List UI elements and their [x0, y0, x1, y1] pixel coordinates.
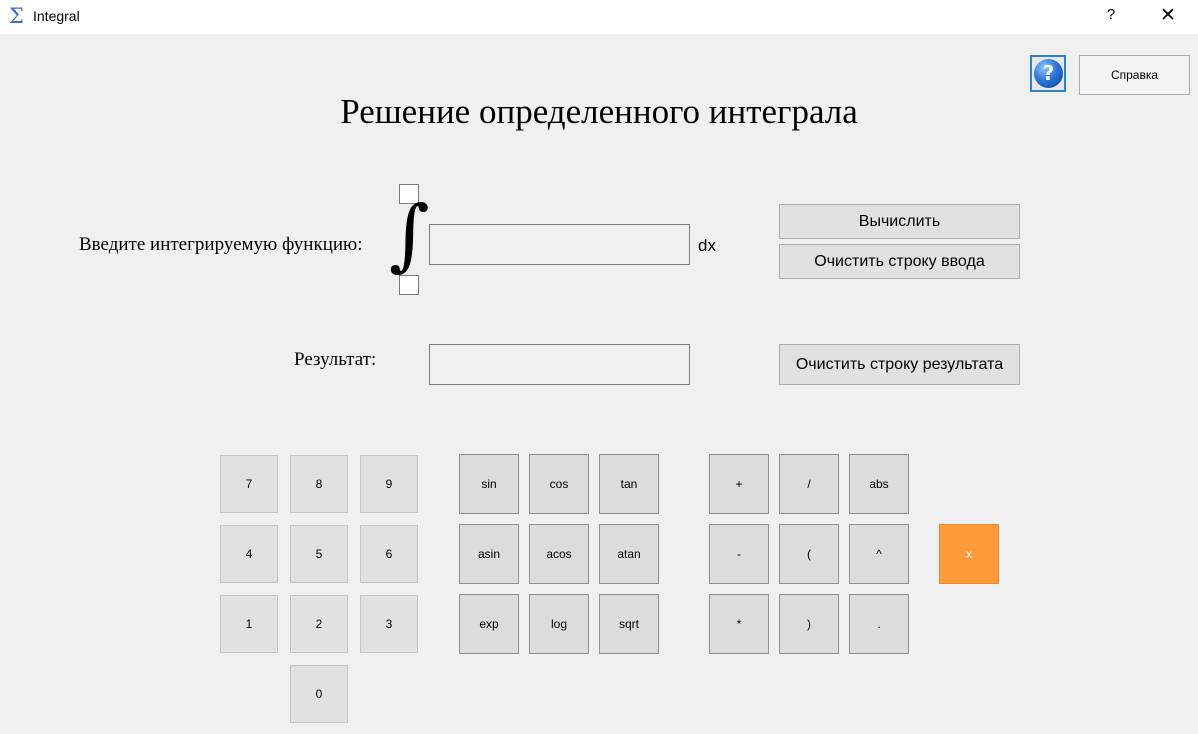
help-button[interactable]: Справка: [1079, 55, 1190, 95]
result-field[interactable]: [429, 344, 690, 385]
key-x-variable[interactable]: x: [939, 524, 999, 584]
question-icon: ?: [1034, 59, 1063, 88]
key-8[interactable]: 8: [290, 455, 348, 513]
key-9[interactable]: 9: [360, 455, 418, 513]
key-5[interactable]: 5: [290, 525, 348, 583]
key-2[interactable]: 2: [290, 595, 348, 653]
key-abs[interactable]: abs: [849, 454, 909, 514]
page-title: Решение определенного интеграла: [340, 92, 858, 131]
key-0[interactable]: 0: [290, 665, 348, 723]
key-acos[interactable]: acos: [529, 524, 589, 584]
title-bar: Σ Integral ? ✕: [0, 0, 1198, 34]
integral-sign: ∫: [389, 190, 430, 280]
key-6[interactable]: 6: [360, 525, 418, 583]
close-icon[interactable]: ✕: [1158, 4, 1178, 27]
key-3[interactable]: 3: [360, 595, 418, 653]
help-icon-button[interactable]: ?: [1030, 55, 1066, 92]
key-7[interactable]: 7: [220, 455, 278, 513]
key-1[interactable]: 1: [220, 595, 278, 653]
key-sin[interactable]: sin: [459, 454, 519, 514]
key-plus[interactable]: +: [709, 454, 769, 514]
key-tan[interactable]: tan: [599, 454, 659, 514]
function-input[interactable]: [429, 224, 690, 265]
key-cos[interactable]: cos: [529, 454, 589, 514]
titlebar-help-icon[interactable]: ?: [1101, 6, 1121, 23]
function-label: Введите интегрируемую функцию:: [79, 234, 363, 255]
key-multiply[interactable]: *: [709, 594, 769, 654]
lower-limit-input[interactable]: [399, 275, 419, 295]
key-minus[interactable]: -: [709, 524, 769, 584]
window-title: Integral: [33, 8, 80, 24]
clear-input-button[interactable]: Очистить строку ввода: [779, 244, 1020, 279]
differential-label: dx: [698, 236, 716, 255]
key-4[interactable]: 4: [220, 525, 278, 583]
key-close-paren[interactable]: ): [779, 594, 839, 654]
result-label: Результат:: [294, 349, 377, 370]
key-exp[interactable]: exp: [459, 594, 519, 654]
calculate-button[interactable]: Вычислить: [779, 204, 1020, 239]
sigma-app-icon: Σ: [9, 4, 24, 28]
key-asin[interactable]: asin: [459, 524, 519, 584]
key-log[interactable]: log: [529, 594, 589, 654]
key-decimal-point[interactable]: .: [849, 594, 909, 654]
clear-result-button[interactable]: Очистить строку результата: [779, 344, 1020, 385]
key-atan[interactable]: atan: [599, 524, 659, 584]
key-power[interactable]: ^: [849, 524, 909, 584]
key-sqrt[interactable]: sqrt: [599, 594, 659, 654]
key-divide[interactable]: /: [779, 454, 839, 514]
key-open-paren[interactable]: (: [779, 524, 839, 584]
